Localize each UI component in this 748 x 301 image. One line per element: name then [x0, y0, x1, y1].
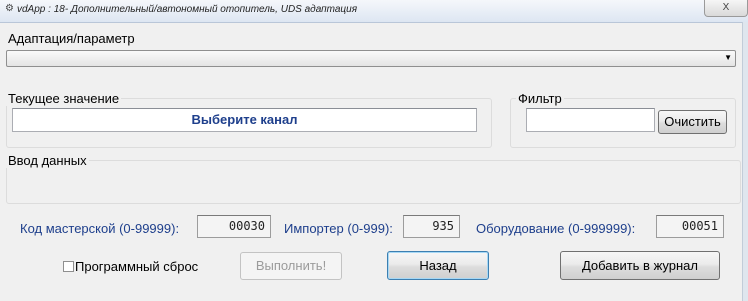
soft-reset-checkbox[interactable] [63, 261, 74, 272]
workshop-code-field: 00030 [197, 215, 271, 238]
equipment-field: 00051 [656, 215, 724, 238]
adaptation-label: Адаптация/параметр [8, 31, 135, 46]
importer-label: Импортер (0-999): [284, 221, 393, 236]
current-value-display: Выберите канал [12, 108, 477, 132]
equipment-label: Оборудование (0-999999): [476, 221, 636, 236]
add-to-log-button[interactable]: Добавить в журнал [560, 251, 720, 280]
importer-field: 935 [403, 215, 460, 238]
back-button[interactable]: Назад [387, 251, 489, 280]
filter-input[interactable] [526, 108, 655, 132]
title-bar: ⚙ vdApp : 18- Дополнительный/автономный … [0, 0, 748, 23]
close-button[interactable]: X [704, 0, 748, 17]
adaptation-combobox[interactable]: ▼ [6, 50, 736, 67]
window-right-edge [742, 22, 748, 301]
app-icon: ⚙ [5, 3, 14, 14]
chevron-down-icon[interactable]: ▼ [724, 53, 732, 63]
filter-label: Фильтр [516, 91, 564, 106]
window-title: vdApp : 18- Дополнительный/автономный от… [17, 4, 358, 15]
soft-reset-label[interactable]: Программный сброс [75, 259, 198, 274]
execute-button[interactable]: Выполнить! [240, 252, 342, 280]
current-value-text: Выберите канал [191, 112, 298, 127]
data-input-label: Ввод данных [6, 153, 89, 168]
data-input-group [6, 160, 741, 204]
workshop-code-label: Код мастерской (0-99999): [20, 221, 180, 236]
current-value-label: Текущее значение [6, 91, 122, 106]
clear-filter-button[interactable]: Очистить [658, 110, 727, 134]
